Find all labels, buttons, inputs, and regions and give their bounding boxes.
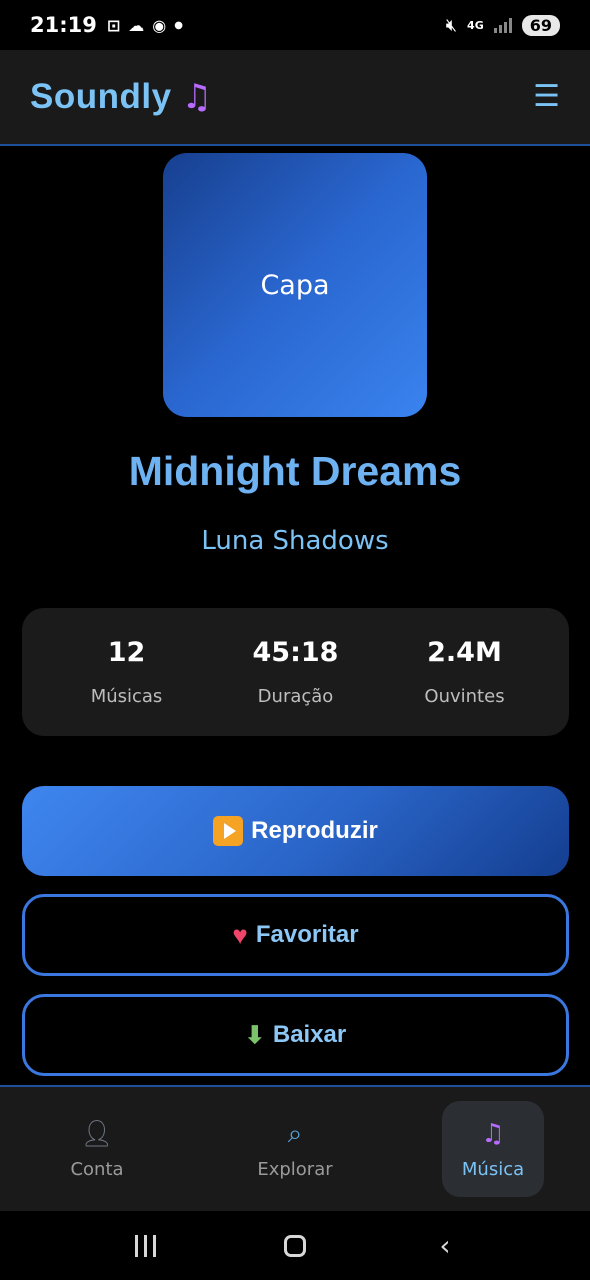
user-icon: 👤︎ <box>80 1118 114 1149</box>
network-icon: 4G <box>467 18 484 32</box>
mute-icon: 🔇︎ <box>445 14 458 36</box>
hamburger-menu-icon[interactable]: ☰ <box>533 82 560 112</box>
nav-label: Explorar <box>257 1158 333 1180</box>
stats-panel: 12 Músicas 45:18 Duração 2.4M Ouvintes <box>22 608 569 736</box>
status-bar: 21:19 ⊡ ☁ ◉ ● 🔇︎ 4G 69 <box>0 0 590 50</box>
stat-duration: 45:18 Duração <box>221 637 371 707</box>
search-icon: ⌕ <box>287 1118 303 1149</box>
back-icon: ‹ <box>439 1229 451 1262</box>
favorite-label: Favoritar <box>255 921 359 948</box>
music-note-icon: ♫ <box>181 77 213 117</box>
brand[interactable]: Soundly ♫ <box>30 77 212 117</box>
app-header: Soundly ♫ ☰ <box>0 50 590 146</box>
dot-icon: ● <box>174 19 183 31</box>
status-right: 🔇︎ 4G 69 <box>445 14 560 36</box>
status-icons-left: ⊡ ☁ ◉ ● <box>107 16 183 35</box>
nav-item-music[interactable]: ♫ Música <box>442 1101 544 1197</box>
system-nav-bar: ‹ <box>0 1211 590 1280</box>
home-icon <box>284 1234 306 1257</box>
signal-icon <box>493 17 512 33</box>
favorite-button[interactable]: ♥ Favoritar <box>22 894 569 976</box>
play-label: Reproduzir <box>251 817 378 844</box>
download-icon: ⬇ <box>244 1021 265 1049</box>
artist-name[interactable]: Luna Shadows <box>0 526 590 556</box>
album-title: Midnight Dreams <box>128 448 462 494</box>
music-note-icon: ♫ <box>481 1118 505 1149</box>
download-label: Baixar <box>272 1021 347 1048</box>
back-button[interactable]: ‹ <box>415 1229 475 1262</box>
stat-value: 45:18 <box>252 637 339 668</box>
nav-item-explore[interactable]: ⌕ Explorar <box>244 1101 346 1197</box>
nav-item-account[interactable]: 👤︎ Conta <box>46 1101 148 1197</box>
cover-label: Capa <box>260 269 330 301</box>
nav-label: Conta <box>70 1158 124 1180</box>
status-left: 21:19 ⊡ ☁ ◉ ● <box>30 13 183 37</box>
heart-icon: ♥ <box>232 919 248 950</box>
status-time: 21:19 <box>30 13 97 37</box>
stat-listeners: 2.4M Ouvintes <box>390 637 540 707</box>
play-icon <box>213 816 244 846</box>
play-button[interactable]: Reproduzir <box>22 786 569 876</box>
stat-songs: 12 Músicas <box>52 637 202 707</box>
brand-name: Soundly <box>30 77 172 116</box>
eye-icon: ◉ <box>152 15 167 35</box>
stat-value: 2.4M <box>427 637 502 668</box>
recents-button[interactable] <box>115 1234 175 1257</box>
battery-icon: 69 <box>521 14 560 36</box>
screenshot-icon: ⊡ <box>106 15 121 35</box>
stat-label: Ouvintes <box>424 686 505 707</box>
stat-label: Duração <box>257 686 334 707</box>
home-button[interactable] <box>265 1234 325 1257</box>
download-button[interactable]: ⬇ Baixar <box>22 994 569 1076</box>
nav-label: Música <box>461 1158 525 1180</box>
bottom-nav: 👤︎ Conta ⌕ Explorar ♫ Música <box>0 1085 590 1211</box>
album-cover: Capa <box>163 153 427 417</box>
stat-label: Músicas <box>90 686 163 707</box>
cloud-icon: ☁ <box>128 15 145 35</box>
stat-value: 12 <box>107 637 146 668</box>
